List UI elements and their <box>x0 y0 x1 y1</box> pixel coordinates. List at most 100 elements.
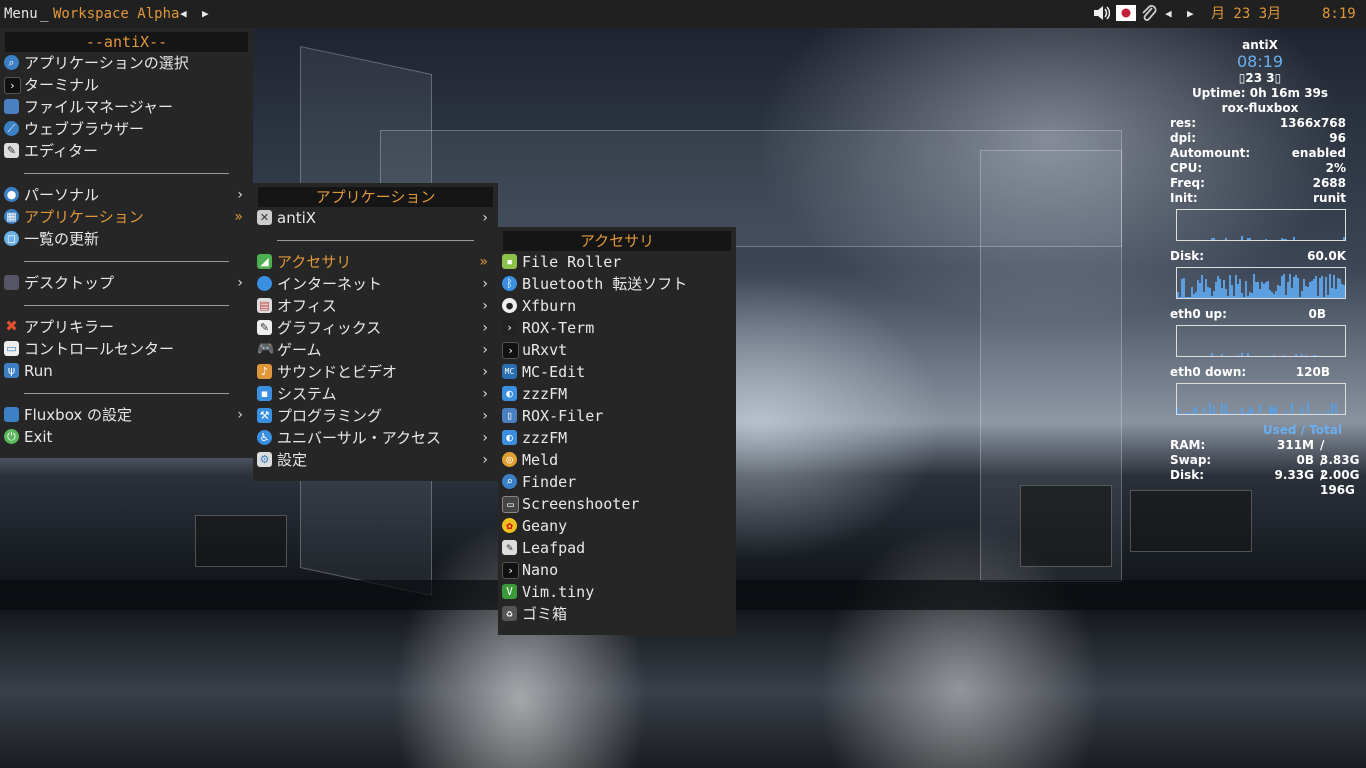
menu-item-refresh[interactable]: ◻ 一覧の更新 <box>0 228 253 250</box>
submenu-item-office[interactable]: ▤ オフィス › <box>253 295 498 317</box>
rox-filer-icon: ▯ <box>502 408 517 423</box>
submenu-item-graphics[interactable]: ✎ グラフィックス › <box>253 317 498 339</box>
graph-bar <box>1227 412 1229 414</box>
graph-bar <box>1179 413 1181 414</box>
submenu-item-universal-access[interactable]: ♿ ユニバーサル・アクセス › <box>253 427 498 449</box>
cpu-graph <box>1176 209 1346 241</box>
menu-item-fluxbox-settings[interactable]: Fluxbox の設定 › <box>0 404 253 426</box>
graph-bar <box>1297 278 1299 298</box>
submenu-item-system[interactable]: ▪ システム › <box>253 383 498 405</box>
menu-item-control-center[interactable]: ▭ コントロールセンター <box>0 338 253 360</box>
menu-separator <box>0 382 253 404</box>
app-item-nano[interactable]: › Nano <box>498 559 736 581</box>
search-icon: ⌕ <box>502 474 517 489</box>
menu-item-app-killer[interactable]: ✖ アプリキラー <box>0 316 253 338</box>
menu-item-terminal[interactable]: › ターミナル <box>0 74 253 96</box>
clock-date[interactable]: 月 23 3月 <box>1211 5 1281 23</box>
graph-bar <box>1321 276 1323 298</box>
antix-icon: ✕ <box>257 210 272 225</box>
speaker-icon[interactable] <box>1092 5 1111 26</box>
app-item-leafpad[interactable]: ✎ Leafpad <box>498 537 736 559</box>
graph-bar <box>1283 355 1285 356</box>
graph-bar <box>1285 411 1287 414</box>
submenu-item-programming[interactable]: ⚒ プログラミング › <box>253 405 498 427</box>
app-item-rox-term[interactable]: › ROX-Term <box>498 317 736 339</box>
system-icon: ▪ <box>257 386 272 401</box>
app-item-geany[interactable]: ✿ Geany <box>498 515 736 537</box>
power-icon: ⏻ <box>4 429 19 444</box>
app-item-finder[interactable]: ⌕ Finder <box>498 471 736 493</box>
submenu-arrow-icon: › <box>482 298 488 314</box>
app-item-bluetooth[interactable]: ᛒ Bluetooth 転送ソフト <box>498 273 736 295</box>
japan-flag-icon[interactable] <box>1116 5 1136 26</box>
submenu-item-sound-video[interactable]: ♪ サウンドとビデオ › <box>253 361 498 383</box>
submenu-arrow-icon: › <box>482 364 488 380</box>
app-item-rox-filer[interactable]: ▯ ROX-Filer <box>498 405 736 427</box>
graph-bar <box>1307 402 1309 414</box>
paperclip-icon[interactable] <box>1140 5 1158 28</box>
settings-icon: ⚙ <box>257 452 272 467</box>
menu-button[interactable]: Menu <box>4 5 38 23</box>
workspace-name[interactable]: Workspace Alpha <box>53 5 179 23</box>
graph-bar <box>1305 355 1307 356</box>
graph-bar <box>1213 238 1215 240</box>
accessories-submenu: アクセサリ ▪ File Roller ᛒ Bluetooth 転送ソフト ● Xfb… <box>498 227 736 635</box>
app-item-file-roller[interactable]: ▪ File Roller <box>498 251 736 273</box>
submenu-item-accessories[interactable]: ◢ アクセサリ» <box>253 251 498 273</box>
applications-submenu: アプリケーション ✕ antiX › ◢ アクセサリ» インターネット › ▤ オフィス ›… <box>253 183 498 481</box>
app-item-zzzfm-2[interactable]: ◐ zzzFM <box>498 427 736 449</box>
monitor-stat-row: Automount: enabled <box>1170 146 1346 160</box>
workspace-prev-icon[interactable]: ◀ <box>180 5 187 23</box>
eth-down-graph <box>1176 383 1346 415</box>
menu-item-web-browser[interactable]: ⟋ ウェブブラウザー <box>0 118 253 140</box>
app-item-zzzfm[interactable]: ◐ zzzFM <box>498 383 736 405</box>
menu-item-personal[interactable]: ● パーソナル › <box>0 184 253 206</box>
menu-item-applications[interactable]: ▦ アプリケーション» <box>0 206 253 228</box>
refresh-icon: ◻ <box>4 231 19 246</box>
submenu-item-settings[interactable]: ⚙ 設定 › <box>253 449 498 471</box>
search-icon: ⌕ <box>4 55 19 70</box>
graph-bar <box>1221 354 1223 356</box>
menu-separator <box>0 162 253 184</box>
text-editor-icon: ✎ <box>502 540 517 555</box>
control-center-icon: ▭ <box>4 341 19 356</box>
graph-bar <box>1237 355 1239 356</box>
tray-next-icon[interactable]: ▶ <box>1187 5 1194 23</box>
menu-separator <box>0 250 253 272</box>
graph-bar <box>1301 354 1303 356</box>
menu-item-exit[interactable]: ⏻ Exit <box>0 426 253 448</box>
monitor-eth-down: eth0 down: 120B <box>1170 365 1330 379</box>
menu-item-file-manager[interactable]: ファイルマネージャー <box>0 96 253 118</box>
menu-item-run[interactable]: ψ Run <box>0 360 253 382</box>
app-item-vim-tiny[interactable]: V Vim.tiny <box>498 581 736 603</box>
app-item-trash[interactable]: ♻ ゴミ箱 <box>498 603 736 625</box>
submenu-item-antix[interactable]: ✕ antiX › <box>253 207 498 229</box>
accessories-submenu-title: アクセサリ <box>503 231 731 251</box>
taskbar: Menu _ Workspace Alpha ◀ ▶ ◀ ▶ 月 23 3月 8… <box>0 0 1366 28</box>
menu-item-app-select[interactable]: ⌕ アプリケーションの選択 <box>0 52 253 74</box>
file-manager-icon: ◐ <box>502 430 517 445</box>
fluxbox-icon <box>4 407 19 422</box>
graph-bar <box>1315 355 1317 356</box>
graphics-icon: ✎ <box>257 320 272 335</box>
monitor-stat-row: res: 1366x768 <box>1170 116 1346 130</box>
memory-header: Used / Total <box>1262 423 1342 437</box>
app-item-screenshooter[interactable]: ▭ Screenshooter <box>498 493 736 515</box>
app-item-urxvt[interactable]: › uRxvt <box>498 339 736 361</box>
tray-prev-icon[interactable]: ◀ <box>1165 5 1172 23</box>
submenu-item-internet[interactable]: インターネット › <box>253 273 498 295</box>
app-item-xfburn[interactable]: ● Xfburn <box>498 295 736 317</box>
menu-item-desktop[interactable]: デスクトップ › <box>0 272 253 294</box>
app-item-mc-edit[interactable]: MC MC-Edit <box>498 361 736 383</box>
app-item-meld[interactable]: ◎ Meld <box>498 449 736 471</box>
monitor-disk-io: Disk: 60.0K <box>1170 249 1346 263</box>
clock-time[interactable]: 8:19 <box>1322 5 1356 23</box>
submenu-item-games[interactable]: 🎮 ゲーム › <box>253 339 498 361</box>
menu-item-editor[interactable]: ✎ エディター <box>0 140 253 162</box>
camera-icon: ▭ <box>502 496 519 513</box>
graph-bar <box>1241 353 1243 356</box>
workspace-next-icon[interactable]: ▶ <box>202 5 209 23</box>
submenu-arrow-icon: › <box>482 430 488 446</box>
graph-bar <box>1295 354 1297 356</box>
submenu-arrow-icon: › <box>482 342 488 358</box>
